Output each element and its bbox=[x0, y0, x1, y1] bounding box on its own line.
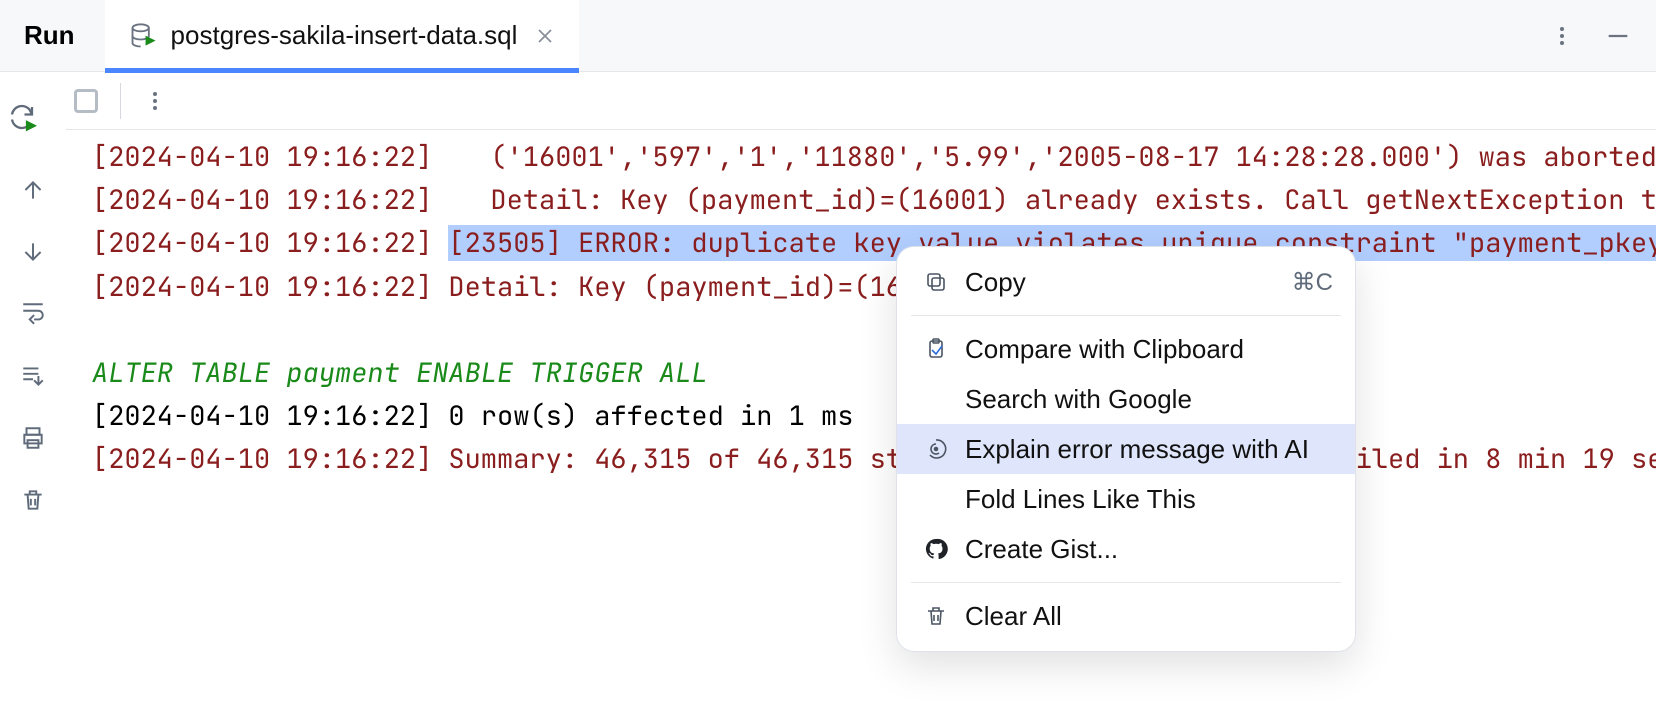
trash-icon[interactable] bbox=[15, 482, 51, 518]
github-icon bbox=[919, 537, 953, 561]
arrow-up-icon[interactable] bbox=[15, 172, 51, 208]
tab-active-underline bbox=[105, 68, 580, 73]
context-menu-item-gist[interactable]: Create Gist... bbox=[897, 524, 1355, 574]
print-icon[interactable] bbox=[15, 420, 51, 456]
more-vertical-icon[interactable] bbox=[137, 83, 173, 119]
console-panel: [2024-04-10 19:16:22] ('16001','597','1'… bbox=[66, 72, 1656, 710]
main-area: [2024-04-10 19:16:22] ('16001','597','1'… bbox=[0, 72, 1656, 710]
close-tab-button[interactable] bbox=[535, 26, 555, 46]
console-line: ALTER TABLE payment ENABLE TRIGGER ALL bbox=[92, 352, 1656, 395]
ai-spiral-icon bbox=[919, 437, 953, 461]
console-line: [2024-04-10 19:16:22] Detail: Key (payme… bbox=[92, 266, 1656, 309]
editor-tab-label: postgres-sakila-insert-data.sql bbox=[171, 20, 518, 51]
more-options-icon[interactable] bbox=[1550, 24, 1574, 48]
context-menu-shortcut: ⌘C bbox=[1292, 268, 1333, 297]
left-rail bbox=[0, 72, 66, 710]
rerun-button[interactable] bbox=[4, 99, 40, 135]
context-menu-item-search[interactable]: Search with Google bbox=[897, 374, 1355, 424]
context-menu-label: Explain error message with AI bbox=[965, 434, 1333, 465]
context-menu-separator bbox=[911, 315, 1341, 316]
console-line: [2024-04-10 19:16:22] 0 row(s) affected … bbox=[92, 395, 1656, 438]
context-menu-item-clear[interactable]: Clear All bbox=[897, 591, 1355, 641]
context-menu-label: Clear All bbox=[965, 601, 1333, 632]
context-menu-item-fold[interactable]: Fold Lines Like This bbox=[897, 474, 1355, 524]
run-panel-label: Run bbox=[18, 20, 85, 51]
console-line: [2024-04-10 19:16:22] ('16001','597','1'… bbox=[92, 136, 1656, 179]
context-menu: Copy⌘C Compare with Clipboard Search with … bbox=[896, 246, 1356, 652]
context-menu-label: Create Gist... bbox=[965, 534, 1333, 565]
context-menu-label: Fold Lines Like This bbox=[965, 484, 1333, 515]
minimize-panel-icon[interactable] bbox=[1604, 22, 1632, 50]
compare-clipboard-icon bbox=[919, 337, 953, 361]
copy-icon bbox=[919, 270, 953, 294]
console-output[interactable]: [2024-04-10 19:16:22] ('16001','597','1'… bbox=[66, 130, 1656, 482]
console-line bbox=[92, 309, 1656, 352]
context-menu-item-explain[interactable]: Explain error message with AI bbox=[897, 424, 1355, 474]
stop-button[interactable] bbox=[68, 83, 104, 119]
context-menu-label: Search with Google bbox=[965, 384, 1333, 415]
header-bar: Run postgres-sakila-insert-data.sql bbox=[0, 0, 1656, 72]
editor-tab[interactable]: postgres-sakila-insert-data.sql bbox=[105, 0, 580, 72]
console-line: [2024-04-10 19:16:22] Detail: Key (payme… bbox=[92, 179, 1656, 222]
console-line: [2024-04-10 19:16:22] Summary: 46,315 of… bbox=[92, 438, 1656, 481]
context-menu-item-copy[interactable]: Copy⌘C bbox=[897, 257, 1355, 307]
soft-wrap-icon[interactable] bbox=[15, 296, 51, 332]
context-menu-separator bbox=[911, 582, 1341, 583]
context-menu-item-compare[interactable]: Compare with Clipboard bbox=[897, 324, 1355, 374]
console-line: [2024-04-10 19:16:22] [23505] ERROR: dup… bbox=[92, 222, 1656, 265]
arrow-down-icon[interactable] bbox=[15, 234, 51, 270]
trash-icon bbox=[919, 604, 953, 628]
context-menu-label: Compare with Clipboard bbox=[965, 334, 1333, 365]
scroll-to-end-icon[interactable] bbox=[15, 358, 51, 394]
database-file-icon bbox=[129, 22, 157, 50]
context-menu-label: Copy bbox=[965, 267, 1292, 298]
